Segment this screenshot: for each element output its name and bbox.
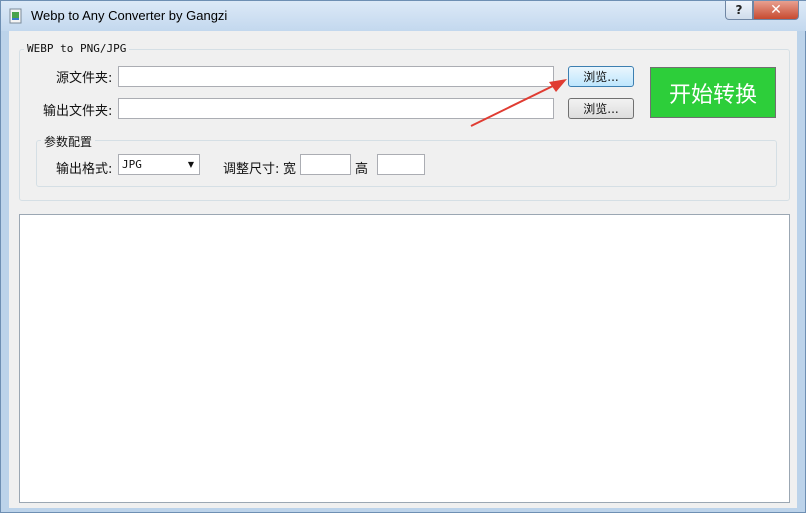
source-folder-label: 源文件夹: xyxy=(56,71,113,86)
close-button[interactable]: ✕ xyxy=(753,1,799,20)
app-icon xyxy=(9,8,22,24)
output-format-select[interactable]: JPG ▼ xyxy=(118,154,200,175)
height-input[interactable] xyxy=(377,154,425,175)
output-folder-input[interactable] xyxy=(118,98,554,119)
params-group-title: 参数配置 xyxy=(41,133,96,150)
converter-group-title: WEBP to PNG/JPG xyxy=(24,42,130,55)
browse-output-button[interactable]: 浏览... xyxy=(568,98,634,119)
width-input[interactable] xyxy=(300,154,351,175)
window-title: Webp to Any Converter by Gangzi xyxy=(31,8,228,23)
log-output-area[interactable] xyxy=(19,214,790,503)
help-button[interactable]: ? xyxy=(725,1,753,20)
dropdown-arrow-icon[interactable]: ▼ xyxy=(185,157,197,172)
width-label: 宽 xyxy=(283,162,297,177)
resize-label: 调整尺寸: xyxy=(223,162,280,177)
output-format-label: 输出格式: xyxy=(56,162,113,177)
client-area: WEBP to PNG/JPG 源文件夹: 浏览... 输出文件夹: 浏览...… xyxy=(9,31,797,508)
source-folder-input[interactable] xyxy=(118,66,554,87)
browse-source-button[interactable]: 浏览... xyxy=(568,66,634,87)
height-label: 高 xyxy=(355,162,369,177)
title-bar[interactable]: Webp to Any Converter by Gangzi ? ✕ xyxy=(1,1,806,31)
start-convert-button[interactable]: 开始转换 xyxy=(650,67,776,118)
output-format-value: JPG xyxy=(122,158,142,171)
output-folder-label: 输出文件夹: xyxy=(43,104,113,119)
app-window: Webp to Any Converter by Gangzi ? ✕ WEBP… xyxy=(0,0,806,513)
